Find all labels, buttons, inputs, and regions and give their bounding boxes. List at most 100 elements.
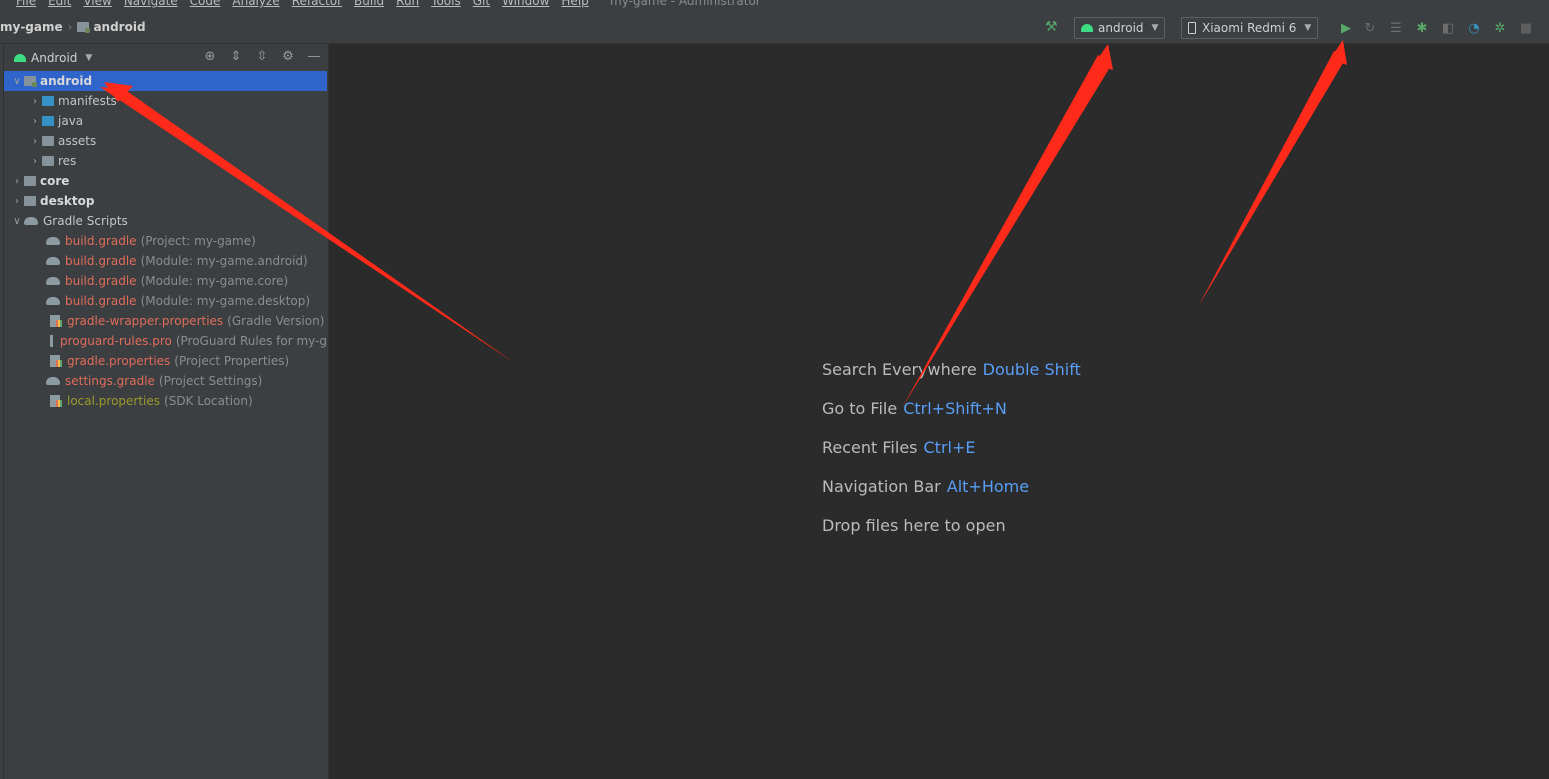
hint-navigation-bar: Navigation Bar Alt+Home (822, 477, 1081, 516)
menu-tools[interactable]: Tools (431, 0, 461, 8)
file-hint: (Module: my-game.android) (140, 254, 308, 268)
project-view-selector[interactable]: Android ▼ ⊕ ⇕ ⇳ ⚙ — (4, 44, 328, 71)
tree-item-label: manifests (58, 94, 117, 108)
tree-item-file[interactable]: build.gradle (Project: my-game) (4, 231, 327, 251)
menu-git[interactable]: Git (473, 0, 490, 8)
menu-file[interactable]: File (16, 0, 36, 8)
profile-icon[interactable]: ◔ (1466, 21, 1482, 37)
chevron-right-icon[interactable]: › (28, 136, 42, 147)
file-name: build.gradle (65, 254, 137, 268)
file-hint: (Module: my-game.desktop) (140, 294, 311, 308)
menu-build[interactable]: Build (354, 0, 384, 8)
debug-attach-icon[interactable]: ✲ (1492, 21, 1508, 37)
locate-icon[interactable]: ⊕ (202, 49, 218, 65)
device-label: Xiaomi Redmi 6 (1202, 21, 1297, 35)
hint-label: Recent Files (822, 438, 918, 457)
hint-label: Go to File (822, 399, 898, 418)
tree-item-file[interactable]: build.gradle (Module: my-game.core) (4, 271, 327, 291)
tree-item-file[interactable]: build.gradle (Module: my-game.android) (4, 251, 327, 271)
tree-item-res[interactable]: › res (4, 151, 327, 171)
properties-file-icon (50, 315, 62, 327)
gradle-icon (24, 217, 38, 225)
hint-label: Drop files here to open (822, 516, 1006, 535)
menu-view[interactable]: View (83, 0, 111, 8)
tree-item-gradle-scripts[interactable]: ∨ Gradle Scripts (4, 211, 327, 231)
gradle-icon (46, 297, 60, 305)
file-hint: (Project: my-game) (140, 234, 256, 248)
menu-bar: File Edit View Navigate Code Analyze Ref… (0, 0, 1549, 12)
tree-item-android[interactable]: ∨ android (4, 71, 327, 91)
breadcrumb-module[interactable]: android (93, 20, 145, 34)
tree-item-label: assets (58, 134, 97, 148)
chevron-down-icon[interactable]: ∨ (10, 76, 24, 87)
device-selector[interactable]: Xiaomi Redmi 6 ▼ (1181, 17, 1319, 39)
properties-file-icon (50, 395, 62, 407)
build-hammer-icon[interactable]: ⚒ (1045, 19, 1058, 35)
expand-all-icon[interactable]: ⇕ (228, 49, 244, 65)
breadcrumb-project[interactable]: my-game (0, 20, 63, 34)
gear-icon[interactable]: ⚙ (280, 49, 296, 65)
rerun-icon[interactable]: ↻ (1362, 21, 1378, 37)
android-icon (1081, 24, 1093, 32)
tree-item-file[interactable]: proguard-rules.pro (ProGuard Rules for m… (4, 331, 327, 351)
folder-icon (42, 96, 54, 106)
file-hint: (Gradle Version) (227, 314, 325, 328)
menu-edit[interactable]: Edit (48, 0, 71, 8)
tree-item-file[interactable]: gradle.properties (Project Properties) (4, 351, 327, 371)
chevron-right-icon[interactable]: › (10, 176, 24, 187)
file-hint: (Module: my-game.core) (140, 274, 289, 288)
file-name: build.gradle (65, 274, 137, 288)
debug-icon[interactable]: ✱ (1414, 21, 1430, 37)
file-name: settings.gradle (65, 374, 155, 388)
file-name: proguard-rules.pro (60, 334, 172, 348)
editor-area[interactable]: Search Everywhere Double Shift Go to File… (330, 44, 1549, 779)
chevron-down-icon[interactable]: ∨ (10, 216, 24, 227)
menu-run[interactable]: Run (396, 0, 419, 8)
tree-item-file[interactable]: settings.gradle (Project Settings) (4, 371, 327, 391)
module-folder-icon (24, 176, 36, 186)
tree-item-java[interactable]: › java (4, 111, 327, 131)
chevron-right-icon[interactable]: › (28, 96, 42, 107)
tree-item-file[interactable]: gradle-wrapper.properties (Gradle Versio… (4, 311, 327, 331)
menu-window[interactable]: Window (502, 0, 549, 8)
chevron-right-icon[interactable]: › (10, 196, 24, 207)
menu-refactor[interactable]: Refactor (292, 0, 342, 8)
menu-help[interactable]: Help (561, 0, 588, 8)
tree-item-desktop[interactable]: › desktop (4, 191, 327, 211)
hint-shortcut: Ctrl+Shift+N (903, 399, 1007, 418)
run-config-selector[interactable]: android ▼ (1074, 17, 1166, 39)
gradle-icon (46, 257, 60, 265)
chevron-right-icon[interactable]: › (28, 116, 42, 127)
hint-label: Search Everywhere (822, 360, 977, 379)
editor-empty-hints: Search Everywhere Double Shift Go to File… (822, 360, 1081, 555)
hint-recent-files: Recent Files Ctrl+E (822, 438, 1081, 477)
hint-label: Navigation Bar (822, 477, 941, 496)
tree-item-assets[interactable]: › assets (4, 131, 327, 151)
gradle-icon (46, 377, 60, 385)
tree-item-file[interactable]: build.gradle (Module: my-game.desktop) (4, 291, 327, 311)
hint-search-everywhere: Search Everywhere Double Shift (822, 360, 1081, 399)
module-folder-icon (24, 196, 36, 206)
run-config-label: android (1098, 21, 1144, 35)
navigation-bar: my-game › android ⚒ android ▼ Xiaomi Red… (0, 12, 1549, 44)
attach-debugger-icon[interactable]: ◧ (1440, 21, 1456, 37)
tree-item-manifests[interactable]: › manifests (4, 91, 327, 111)
hint-shortcut: Double Shift (982, 360, 1081, 379)
resource-folder-icon (42, 156, 54, 166)
collapse-all-icon[interactable]: ⇳ (254, 49, 270, 65)
run-icon[interactable]: ▶ (1338, 21, 1354, 37)
window-title: my-game - Administrator (610, 0, 761, 8)
menu-navigate[interactable]: Navigate (124, 0, 178, 8)
menu-analyze[interactable]: Analyze (232, 0, 279, 8)
apply-changes-icon[interactable]: ☰ (1388, 21, 1404, 37)
stop-icon[interactable]: ■ (1518, 21, 1534, 37)
module-folder-icon (24, 76, 37, 87)
minimize-icon[interactable]: — (306, 49, 322, 65)
tree-item-core[interactable]: › core (4, 171, 327, 191)
chevron-right-icon[interactable]: › (28, 156, 42, 167)
menu-code[interactable]: Code (190, 0, 221, 8)
project-view-label: Android (31, 50, 78, 65)
module-folder-icon (77, 22, 91, 33)
tree-item-file[interactable]: local.properties (SDK Location) (4, 391, 327, 411)
file-name: gradle-wrapper.properties (67, 314, 224, 328)
